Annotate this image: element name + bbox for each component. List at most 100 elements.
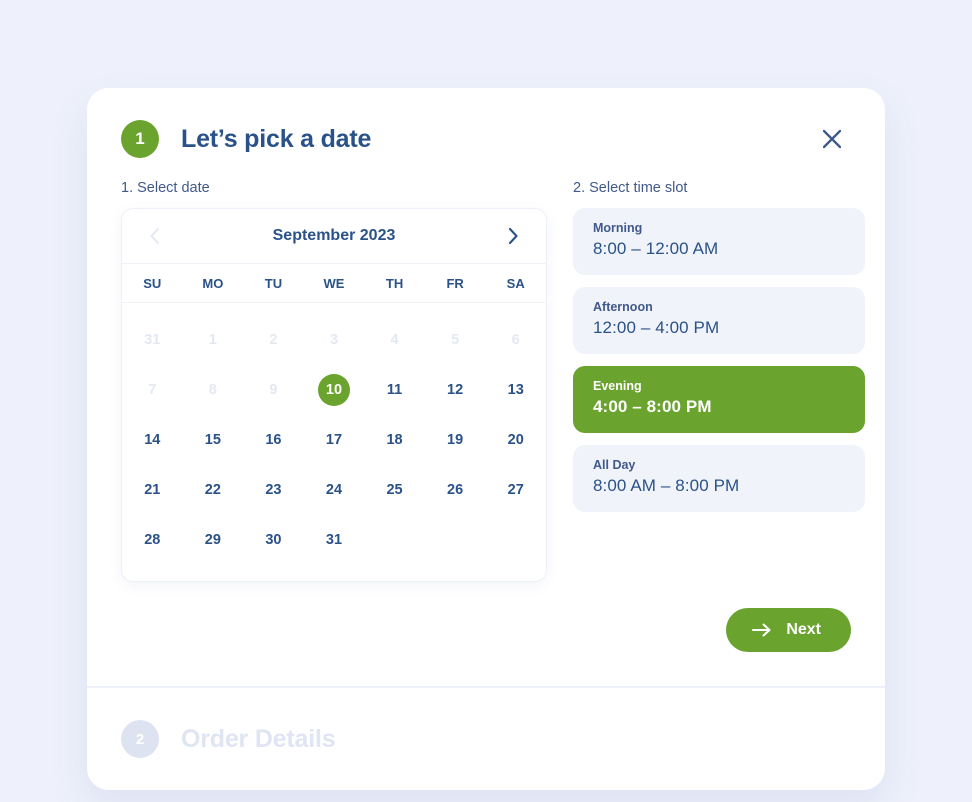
chevron-right-icon: [508, 227, 518, 245]
calendar-day-grid: 31 1 2 3 4 5 6 7 8 9 10 11 12 13 14 15 16 17 18 19 20 21 22 23 2…: [122, 303, 546, 581]
calendar-day[interactable]: 31: [304, 515, 365, 565]
select-date-label: 1. Select date: [121, 180, 210, 196]
calendar-day-label: 22: [204, 482, 221, 498]
calendar-day-empty: [364, 515, 425, 565]
calendar-day-label: 31: [144, 332, 161, 348]
calendar-day: 5: [425, 315, 486, 365]
calendar-prev-month-button[interactable]: [142, 223, 168, 249]
close-icon: [822, 129, 842, 149]
time-slot-option[interactable]: All Day 8:00 AM – 8:00 PM: [573, 445, 865, 512]
close-button[interactable]: [815, 122, 849, 156]
calendar-day-label: 31: [325, 532, 343, 548]
calendar-next-month-button[interactable]: [500, 223, 526, 249]
calendar-day: 3: [304, 315, 365, 365]
calendar-day[interactable]: 26: [425, 465, 486, 515]
time-slot-option[interactable]: Evening 4:00 – 8:00 PM: [573, 366, 865, 433]
calendar-day-label: 6: [511, 332, 520, 348]
calendar-day: 8: [183, 365, 244, 415]
calendar-day[interactable]: 22: [183, 465, 244, 515]
calendar-day[interactable]: 17: [304, 415, 365, 465]
calendar-day-label: 25: [386, 482, 403, 498]
calendar-day-label: 10: [317, 374, 350, 406]
calendar-day-label: 26: [447, 482, 464, 498]
calendar-day: 2: [243, 315, 304, 365]
weekday-label: SU: [143, 275, 162, 291]
calendar-day[interactable]: 14: [122, 415, 183, 465]
calendar-day[interactable]: 13: [485, 365, 546, 415]
calendar-day: 9: [243, 365, 304, 415]
next-button[interactable]: Next: [726, 608, 851, 652]
calendar-day-label: 20: [507, 432, 524, 448]
calendar-day[interactable]: 23: [243, 465, 304, 515]
calendar-day-label: 14: [144, 432, 161, 448]
calendar-day[interactable]: 20: [485, 415, 546, 465]
calendar-day-label: 11: [386, 382, 403, 398]
calendar-day[interactable]: 18: [364, 415, 425, 465]
calendar-day[interactable]: 10: [304, 365, 365, 415]
calendar-day: 31: [122, 315, 183, 365]
calendar-day-label: [439, 524, 471, 556]
time-slot-range: 12:00 – 4:00 PM: [593, 318, 720, 337]
calendar-day[interactable]: 29: [183, 515, 244, 565]
time-slot-option[interactable]: Morning 8:00 – 12:00 AM: [573, 208, 865, 275]
calendar-day-label: 3: [329, 332, 339, 348]
calendar-day-label: [379, 524, 411, 556]
step-1-badge: 1: [121, 120, 159, 158]
calendar-day[interactable]: 21: [122, 465, 183, 515]
step-1-panel: 1 Let’s pick a date 1. Select date Septe…: [87, 88, 885, 686]
next-button-label: Next: [786, 621, 821, 638]
calendar-day[interactable]: 27: [485, 465, 546, 515]
calendar-day-label: 29: [204, 532, 221, 548]
weekday-label: SA: [506, 275, 525, 291]
calendar-day[interactable]: 24: [304, 465, 365, 515]
calendar-day[interactable]: 15: [183, 415, 244, 465]
step-2-badge-number: 2: [135, 730, 145, 748]
time-slot-range: 4:00 – 8:00 PM: [593, 397, 712, 416]
calendar-day-label: 9: [269, 382, 278, 398]
time-slot-name: Morning: [593, 221, 643, 235]
calendar-day-label: [500, 524, 532, 556]
weekday-label: TU: [264, 275, 283, 291]
select-date-column: 1. Select date September 2023 SU MO TU W…: [121, 180, 547, 582]
chevron-left-icon: [150, 227, 160, 245]
arrow-right-icon: [752, 623, 771, 637]
step-1-body: 1. Select date September 2023 SU MO TU W…: [121, 180, 865, 582]
calendar-day[interactable]: 19: [425, 415, 486, 465]
time-slot-range: 8:00 AM – 8:00 PM: [593, 476, 740, 495]
calendar-month-label: September 2023: [272, 227, 396, 244]
step-1-badge-number: 1: [135, 129, 145, 148]
calendar-day: 6: [485, 315, 546, 365]
calendar-day-label: 15: [204, 432, 221, 448]
page-title: Let’s pick a date: [181, 124, 372, 153]
calendar-day[interactable]: 12: [425, 365, 486, 415]
calendar-day: 1: [183, 315, 244, 365]
calendar-day[interactable]: 25: [364, 465, 425, 515]
calendar-day-label: 8: [208, 382, 217, 398]
calendar-day-label: 2: [269, 332, 278, 348]
calendar-day-label: 21: [144, 482, 161, 498]
calendar-day-label: 19: [447, 432, 464, 448]
calendar: September 2023 SU MO TU WE TH FR SA 31 1…: [121, 208, 547, 582]
calendar-nav: September 2023: [122, 209, 546, 264]
calendar-day-label: 4: [390, 332, 399, 348]
time-slot-name: Afternoon: [593, 300, 653, 314]
calendar-day-empty: [485, 515, 546, 565]
calendar-day-label: 24: [325, 482, 343, 498]
calendar-day[interactable]: 30: [243, 515, 304, 565]
calendar-day[interactable]: 28: [122, 515, 183, 565]
time-slot-name: Evening: [593, 379, 642, 393]
calendar-day[interactable]: 16: [243, 415, 304, 465]
step-1-footer: Next: [121, 608, 851, 652]
step-2-header: 2 Order Details: [121, 718, 851, 760]
weekday-label: MO: [202, 275, 224, 291]
calendar-day-label: 28: [144, 532, 161, 548]
calendar-day-empty: [425, 515, 486, 565]
calendar-day: 4: [364, 315, 425, 365]
page-root: 1 Let’s pick a date 1. Select date Septe…: [0, 0, 972, 802]
step-2-panel[interactable]: 2 Order Details: [87, 688, 885, 790]
time-slot-option[interactable]: Afternoon 12:00 – 4:00 PM: [573, 287, 865, 354]
step-2-badge: 2: [121, 720, 159, 758]
calendar-day-label: 12: [447, 382, 464, 398]
step-1-header: 1 Let’s pick a date: [121, 118, 851, 160]
calendar-day[interactable]: 11: [364, 365, 425, 415]
